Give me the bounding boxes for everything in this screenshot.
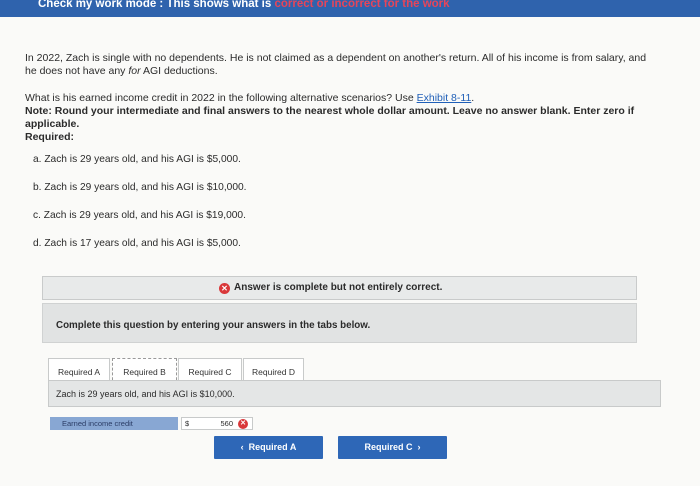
status-text: Answer is complete but not entirely corr… [234,282,443,293]
instructions-box: Complete this question by entering your … [42,303,637,343]
question-ask: What is his earned income credit in 2022… [25,92,474,105]
chevron-left-icon: ‹ [240,442,249,452]
exhibit-link[interactable]: Exhibit 8-11 [417,92,472,104]
row-label: Earned income credit [50,417,178,430]
mode-bar-prefix: Check my work mode : This shows what is [38,0,275,10]
chevron-right-icon: › [412,442,421,452]
scenario-c: c. Zach is 29 years old, and his AGI is … [33,210,246,221]
mode-bar-highlight: correct or incorrect for the work [274,0,450,10]
x-circle-icon: ✕ [219,283,230,294]
question-ask-text: What is his earned income credit in 2022… [25,92,417,104]
prev-button-label: Required A [248,442,297,452]
currency-symbol: $ [185,419,190,428]
note-line-1: Note: Round your intermediate and final … [25,105,635,117]
instructions-text: Complete this question by entering your … [56,320,371,331]
mode-bar-text: Check my work mode : This shows what is … [38,0,450,10]
mode-bar: Check my work mode : This shows what is … [0,0,700,17]
scenario-a: a. Zach is 29 years old, and his AGI is … [33,154,241,165]
question-page: In 2022, Zach is single with no dependen… [0,17,700,486]
answer-value: 560 [220,419,233,428]
scenario-d: d. Zach is 17 years old, and his AGI is … [33,238,241,249]
earned-income-credit-input[interactable]: $ 560 ✕ [181,417,253,430]
next-button-label: Required C [364,442,413,452]
required-heading: Required: [25,131,75,143]
next-button[interactable]: Required C › [338,436,447,459]
tab-panel: Zach is 29 years old, and his AGI is $10… [48,380,661,407]
prev-button[interactable]: ‹ Required A [214,436,323,459]
question-line-2-a: he does not have any [25,65,129,77]
status-banner: ✕ Answer is complete but not entirely cor… [42,276,637,300]
incorrect-x-icon: ✕ [238,419,248,429]
note-line-2: applicable. [25,118,80,130]
question-line-2: he does not have any for AGI deductions. [25,65,218,78]
question-line-2-italic: for [128,65,141,77]
question-line-2-b: AGI deductions. [140,65,218,77]
status-banner-content: ✕ Answer is complete but not entirely cor… [219,282,442,294]
scenario-b: b. Zach is 29 years old, and his AGI is … [33,182,247,193]
panel-prompt: Zach is 29 years old, and his AGI is $10… [56,389,235,399]
question-ask-end: . [471,92,475,104]
question-line-1: In 2022, Zach is single with no dependen… [25,52,647,64]
